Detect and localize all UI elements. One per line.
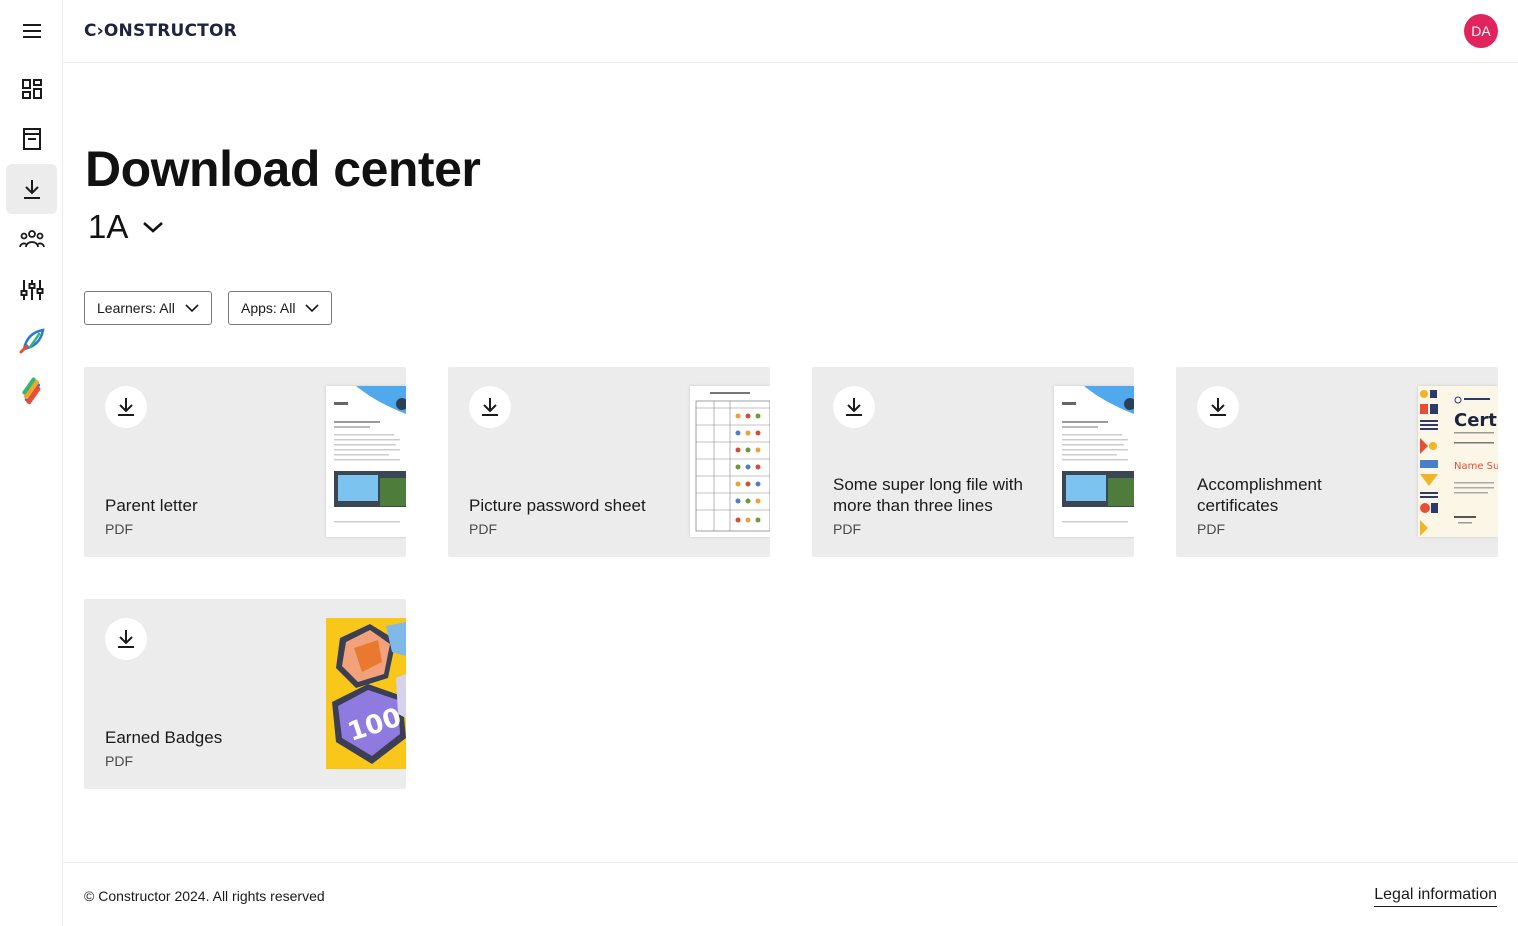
apps-filter[interactable]: Apps: All [228,291,333,325]
top-bar: C›ONSTRUCTOR DA [63,0,1518,63]
avatar[interactable]: DA [1464,14,1498,48]
page-title: Download center [85,141,481,197]
file-type: PDF [833,521,861,537]
learners-filter-label: Learners: All [97,300,175,316]
file-type: PDF [1197,521,1225,537]
brand-logo[interactable]: C›ONSTRUCTOR [84,21,237,41]
sliders-icon [20,280,43,300]
copyright-text: © Constructor 2024. All rights reserved [84,888,325,904]
rocket-app-icon [19,328,45,354]
menu-button[interactable] [6,6,57,56]
file-name: Some super long file with more than thre… [833,475,1023,515]
card-text: Some super long file with more than thre… [833,474,1033,537]
legal-information-link[interactable]: Legal information [1374,886,1497,907]
download-icon [23,180,40,199]
sidebar-item-download-center[interactable] [6,164,57,214]
sidebar-item-app-rocket[interactable] [6,316,57,366]
sidebar [0,0,63,926]
file-name: Parent letter [105,496,198,515]
people-icon [18,230,45,248]
file-type: PDF [105,753,133,769]
sidebar-item-library[interactable] [6,114,57,164]
menu-icon [22,24,41,38]
certificate-thumbnail: Cert Name Su [1418,386,1498,537]
class-selector[interactable]: 1A [88,208,164,246]
book-icon [22,128,41,150]
sidebar-item-settings[interactable] [6,265,57,315]
download-icon [482,398,498,416]
chevron-down-icon [185,303,199,312]
learners-filter[interactable]: Learners: All [84,291,212,325]
chevron-down-icon [305,303,320,312]
download-button[interactable] [105,618,147,660]
download-card[interactable]: Cert Name Su Accomplishment certificates… [1176,367,1498,557]
svg-text:Cert: Cert [1454,410,1497,431]
download-icon [1210,398,1226,416]
card-text: Parent letter PDF [105,495,305,537]
dashboard-icon [21,79,42,99]
card-text: Picture password sheet PDF [469,495,669,537]
card-text: Earned Badges PDF [105,727,305,769]
file-name: Accomplishment certificates [1197,475,1322,515]
file-type: PDF [469,521,497,537]
download-card[interactable]: Some super long file with more than thre… [812,367,1134,557]
download-card[interactable]: 100 Earned Badges PDF [84,599,406,789]
file-type: PDF [105,521,133,537]
footer: © Constructor 2024. All rights reserved … [63,862,1518,926]
download-button[interactable] [105,386,147,428]
download-button[interactable] [469,386,511,428]
badges-thumbnail: 100 [326,618,406,769]
colorful-app-icon [21,377,40,405]
sidebar-item-app-colorful[interactable] [6,366,57,416]
letter-thumbnail [326,386,406,537]
class-selector-value: 1A [88,208,129,245]
download-icon [118,630,134,648]
apps-filter-label: Apps: All [241,300,296,316]
download-card[interactable]: Picture password sheet PDF [448,367,770,557]
chevron-down-icon [143,222,164,233]
card-text: Accomplishment certificates PDF [1197,474,1397,537]
sidebar-item-dashboard[interactable] [6,64,57,114]
file-name: Earned Badges [105,728,223,747]
svg-text:Name Su: Name Su [1454,461,1498,472]
download-card[interactable]: Parent letter PDF [84,367,406,557]
letter-thumbnail [1054,386,1134,537]
file-name: Picture password sheet [469,496,646,515]
download-icon [846,398,862,416]
download-icon [118,398,134,416]
download-button[interactable] [1197,386,1239,428]
sidebar-item-learners[interactable] [6,214,57,264]
password-sheet-thumbnail [690,386,770,537]
download-button[interactable] [833,386,875,428]
